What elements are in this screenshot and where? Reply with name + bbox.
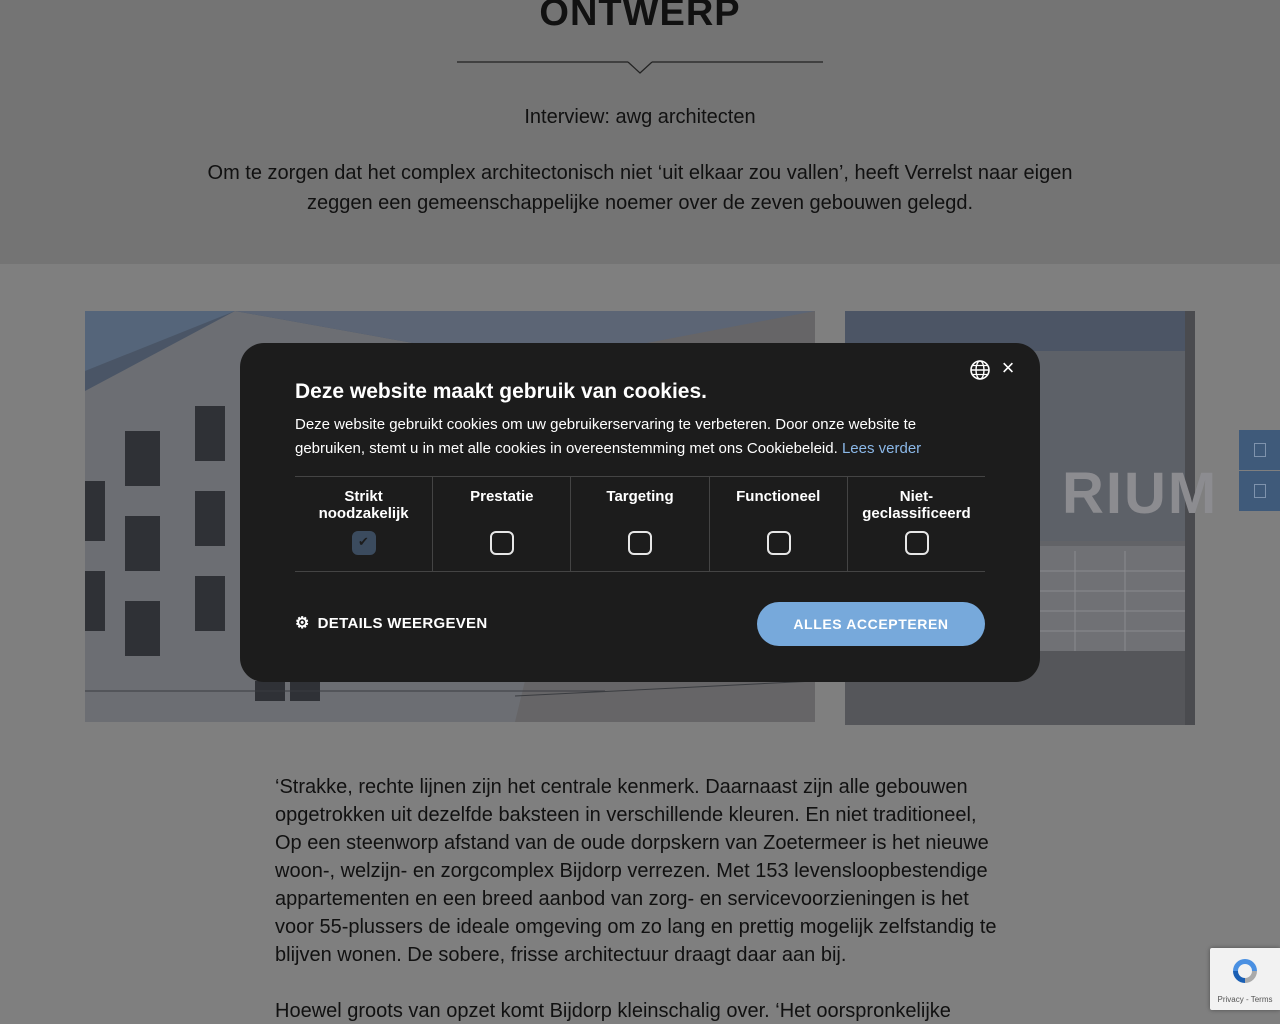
- category-label: Targeting: [606, 488, 674, 505]
- recaptcha-badge[interactable]: Privacy - Terms: [1210, 948, 1280, 1010]
- category-checkbox[interactable]: [766, 531, 791, 555]
- category-functional: Functioneel: [710, 477, 848, 571]
- recaptcha-links[interactable]: Privacy - Terms: [1210, 995, 1280, 1004]
- sign-text: RIUM: [1062, 461, 1219, 526]
- details-label: DETAILS WEERGEVEN: [317, 614, 488, 632]
- intro-paragraph: Om te zorgen dat het complex architecton…: [207, 162, 1073, 214]
- show-details-button[interactable]: ⚙ DETAILS WEERGEVEN: [295, 613, 488, 633]
- accept-all-button[interactable]: ALLES ACCEPTEREN: [757, 602, 985, 646]
- category-checkbox[interactable]: [904, 531, 929, 555]
- category-checkbox[interactable]: [628, 531, 653, 555]
- category-label: Niet-geclassificeerd: [862, 488, 971, 522]
- article-paragraph: ‘Strakke, rechte lijnen zijn het central…: [275, 776, 997, 966]
- title-divider: [457, 61, 823, 74]
- close-icon[interactable]: ×: [998, 356, 1018, 380]
- gear-icon: ⚙: [295, 615, 310, 632]
- cookie-title: Deze website maakt gebruik van cookies.: [295, 380, 708, 403]
- share-icon: [1253, 443, 1266, 457]
- category-label: Functioneel: [736, 488, 821, 505]
- hero-section: ONTWERP Interview: awg architecten Om te…: [0, 0, 1280, 264]
- article-paragraph: Hoewel groots van opzet komt Bijdorp kle…: [275, 1000, 951, 1022]
- category-label: Prestatie: [470, 488, 534, 505]
- category-checkbox[interactable]: ✔: [352, 531, 376, 555]
- category-label: Strikt noodzakelijk: [318, 488, 409, 522]
- category-targeting: Targeting: [571, 477, 710, 571]
- cookie-description-text: Deze website gebruikt cookies om uw gebr…: [295, 416, 917, 457]
- category-checkbox[interactable]: [490, 531, 515, 555]
- globe-icon[interactable]: [969, 359, 991, 381]
- check-icon: ✔: [358, 534, 369, 549]
- category-strictly-necessary: Strikt noodzakelijk ✔: [295, 477, 434, 571]
- side-share-button[interactable]: [1239, 430, 1280, 470]
- cookie-categories: Strikt noodzakelijk ✔ Prestatie Targetin…: [295, 476, 985, 572]
- interview-subtitle: Interview: awg architecten: [524, 106, 756, 128]
- recaptcha-icon: [1233, 959, 1257, 983]
- cookie-consent-dialog: × Deze website maakt gebruik van cookies…: [240, 343, 1040, 682]
- cookie-description: Deze website gebruikt cookies om uw gebr…: [295, 413, 955, 461]
- page-title: ONTWERP: [539, 0, 741, 34]
- side-share-button[interactable]: [1239, 471, 1280, 511]
- share-icon: [1253, 484, 1266, 498]
- category-unclassified: Niet-geclassificeerd: [848, 477, 985, 571]
- read-more-link[interactable]: Lees verder: [842, 440, 921, 457]
- category-performance: Prestatie: [433, 477, 572, 571]
